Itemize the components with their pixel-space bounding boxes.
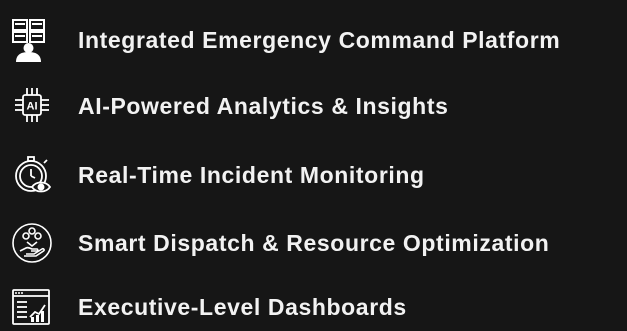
feature-item-command-platform: Integrated Emergency Command Platform [10, 16, 560, 64]
hand-resources-icon [10, 219, 66, 267]
feature-label: Real-Time Incident Monitoring [78, 161, 425, 188]
stopwatch-eye-icon [10, 151, 66, 199]
command-center-operator-icon [10, 16, 66, 64]
feature-item-executive-dashboards: Executive-Level Dashboards [10, 283, 407, 331]
dashboard-chart-icon [10, 283, 66, 331]
feature-label: AI-Powered Analytics & Insights [78, 92, 449, 119]
svg-text:AI: AI [27, 101, 38, 113]
feature-list: Integrated Emergency Command Platform AI… [0, 0, 627, 325]
feature-label: Integrated Emergency Command Platform [78, 26, 561, 53]
ai-chip-icon: AI [10, 82, 66, 130]
feature-item-ai-analytics: AI AI-Powered Analytics & Insights [10, 82, 448, 130]
feature-item-incident-monitoring: Real-Time Incident Monitoring [10, 151, 425, 199]
feature-label: Executive-Level Dashboards [78, 293, 407, 320]
feature-item-smart-dispatch: Smart Dispatch & Resource Optimization [10, 219, 549, 267]
feature-label: Smart Dispatch & Resource Optimization [78, 229, 550, 256]
